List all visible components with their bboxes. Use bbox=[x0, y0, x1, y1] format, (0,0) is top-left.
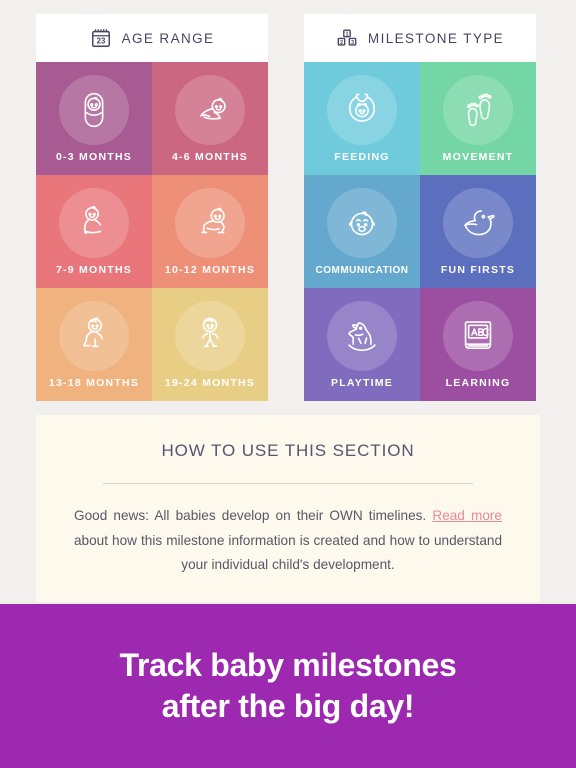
milestone-tile-label: FUN FIRSTS bbox=[440, 264, 516, 276]
rubber-duck-icon bbox=[464, 210, 495, 236]
milestone-tile-label: LEARNING bbox=[445, 377, 511, 389]
how-to-use-title: HOW TO USE THIS SECTION bbox=[161, 441, 415, 460]
calendar-icon: 23 bbox=[91, 29, 110, 47]
milestone-tile-movement[interactable]: MOVEMENT bbox=[420, 62, 536, 175]
building-blocks-icon: 1 2 3 bbox=[337, 29, 357, 46]
how-to-use-body-before: Good news: All babies develop on their O… bbox=[74, 508, 427, 523]
rocking-horse-icon bbox=[348, 322, 376, 352]
milestone-tile-label: FEEDING bbox=[334, 151, 390, 163]
how-to-use-body: Good news: All babies develop on their O… bbox=[56, 504, 520, 578]
milestone-tile-icon-disc bbox=[443, 301, 513, 371]
age-tile-icon-disc bbox=[59, 188, 129, 258]
how-to-use-body-after: about how this milestone information is … bbox=[74, 532, 502, 573]
milestone-tile-icon-disc bbox=[327, 188, 397, 258]
age-tile-label: 7-9 MONTHS bbox=[55, 264, 133, 276]
milestone-tile-communication[interactable]: COMMUNICATION bbox=[304, 175, 420, 288]
panels-row: 23 AGE RANGE 0-3 MONTHS 4-6 MONTHS 7-9 M… bbox=[0, 0, 576, 401]
running-toddler-icon bbox=[201, 317, 219, 348]
tummy-time-baby-icon bbox=[200, 97, 226, 120]
milestone-type-title: MILESTONE TYPE bbox=[367, 30, 505, 46]
milestone-tile-playtime[interactable]: PLAYTIME bbox=[304, 288, 420, 401]
milestone-tile-icon-disc bbox=[327, 301, 397, 371]
age-tile-13-18-months[interactable]: 13-18 MONTHS bbox=[36, 288, 152, 401]
age-tile-0-3-months[interactable]: 0-3 MONTHS bbox=[36, 62, 152, 175]
footprints-icon bbox=[467, 93, 492, 127]
milestone-type-grid: FEEDING MOVEMENT COMMUNICATION FUN FIRST… bbox=[304, 62, 536, 401]
svg-text:23: 23 bbox=[96, 37, 105, 46]
age-tile-19-24-months[interactable]: 19-24 MONTHS bbox=[152, 288, 268, 401]
milestone-tile-feeding[interactable]: FEEDING bbox=[304, 62, 420, 175]
svg-text:3: 3 bbox=[351, 40, 354, 46]
promo-banner-line1: Track baby milestones bbox=[119, 647, 457, 684]
milestone-tile-learning[interactable]: LEARNING bbox=[420, 288, 536, 401]
age-tile-icon-disc bbox=[175, 188, 245, 258]
age-range-header: 23 AGE RANGE bbox=[36, 14, 268, 62]
sitting-baby-icon bbox=[83, 205, 102, 234]
age-range-panel: 23 AGE RANGE 0-3 MONTHS 4-6 MONTHS 7-9 M… bbox=[36, 14, 268, 401]
svg-text:2: 2 bbox=[340, 40, 343, 46]
promo-banner-line2: after the big day! bbox=[161, 688, 415, 724]
milestone-tile-fun-firsts[interactable]: FUN FIRSTS bbox=[420, 175, 536, 288]
age-range-title: AGE RANGE bbox=[121, 30, 215, 46]
read-more-link[interactable]: Read more bbox=[432, 508, 502, 523]
age-tile-10-12-months[interactable]: 10-12 MONTHS bbox=[152, 175, 268, 288]
swaddled-baby-icon bbox=[84, 92, 104, 128]
milestone-type-panel: 1 2 3 MILESTONE TYPE FEEDING MOVEMENT CO… bbox=[304, 14, 536, 401]
milestone-tile-icon-disc bbox=[443, 75, 513, 145]
milestone-type-header: 1 2 3 MILESTONE TYPE bbox=[304, 14, 536, 62]
bib-icon bbox=[349, 93, 375, 122]
milestone-tile-label: PLAYTIME bbox=[330, 377, 394, 389]
milestone-tile-icon-disc bbox=[443, 188, 513, 258]
age-range-grid: 0-3 MONTHS 4-6 MONTHS 7-9 MONTHS 10-12 M… bbox=[36, 62, 268, 401]
crawling-baby-icon bbox=[201, 207, 225, 234]
age-tile-4-6-months[interactable]: 4-6 MONTHS bbox=[152, 62, 268, 175]
age-tile-label: 10-12 MONTHS bbox=[164, 264, 256, 276]
milestone-tile-label: MOVEMENT bbox=[442, 151, 514, 163]
milestone-tile-label: COMMUNICATION bbox=[315, 265, 409, 276]
milestone-tile-icon-disc bbox=[327, 75, 397, 145]
age-tile-icon-disc bbox=[175, 75, 245, 145]
age-tile-icon-disc bbox=[59, 75, 129, 145]
abc-book-icon bbox=[464, 321, 492, 349]
age-tile-icon-disc bbox=[175, 301, 245, 371]
age-tile-7-9-months[interactable]: 7-9 MONTHS bbox=[36, 175, 152, 288]
baby-face-icon bbox=[348, 211, 376, 236]
age-tile-label: 0-3 MONTHS bbox=[55, 151, 133, 163]
age-tile-label: 19-24 MONTHS bbox=[164, 377, 256, 389]
age-tile-label: 4-6 MONTHS bbox=[171, 151, 249, 163]
divider bbox=[103, 483, 473, 484]
svg-text:1: 1 bbox=[345, 32, 348, 38]
promo-banner-text: Track baby milestones after the big day! bbox=[120, 645, 457, 727]
age-tile-icon-disc bbox=[59, 301, 129, 371]
toddling-baby-icon bbox=[82, 317, 103, 348]
how-to-use-card: HOW TO USE THIS SECTION Good news: All b… bbox=[36, 415, 540, 603]
age-tile-label: 13-18 MONTHS bbox=[48, 377, 140, 389]
promo-banner: Track baby milestones after the big day! bbox=[0, 604, 576, 768]
app-screen: 23 AGE RANGE 0-3 MONTHS 4-6 MONTHS 7-9 M… bbox=[0, 0, 576, 768]
